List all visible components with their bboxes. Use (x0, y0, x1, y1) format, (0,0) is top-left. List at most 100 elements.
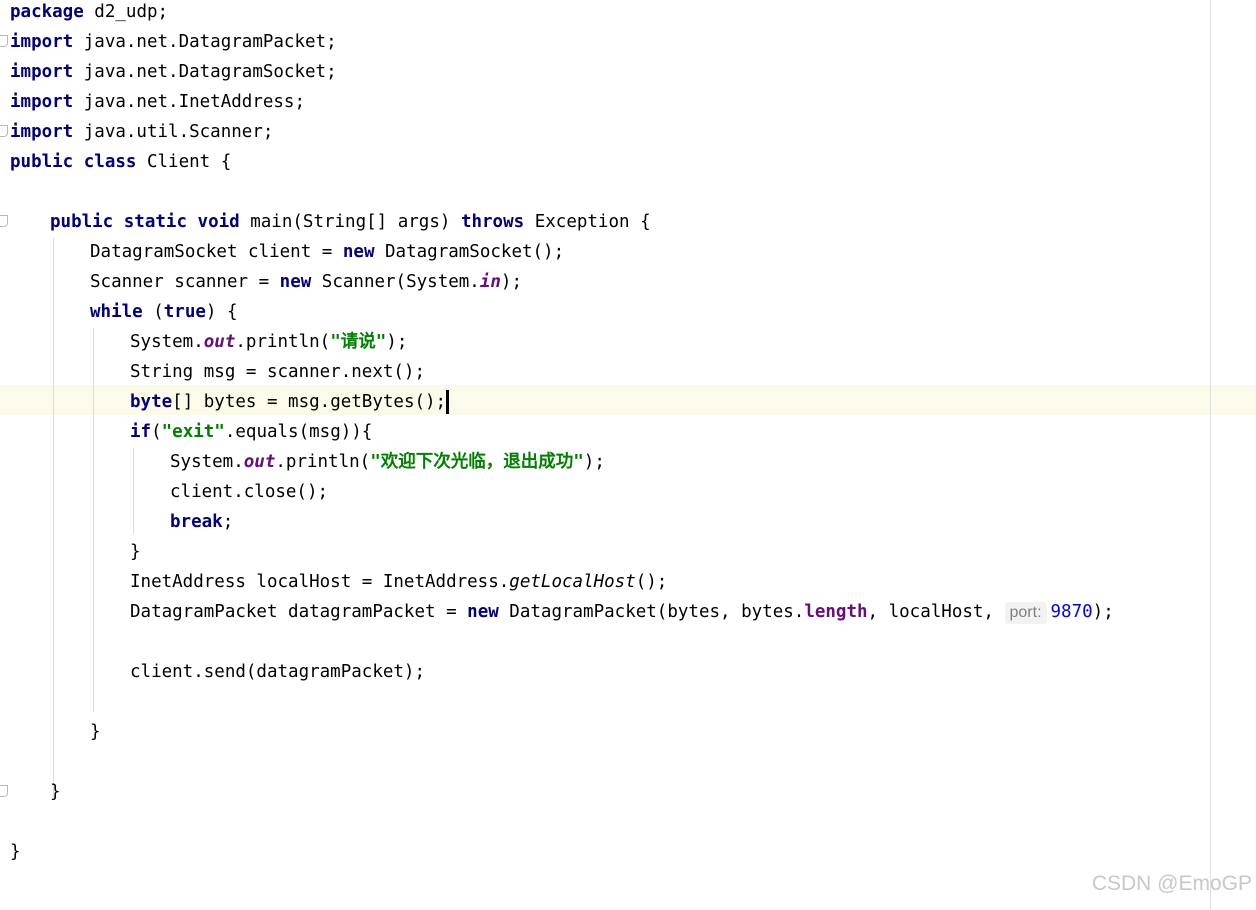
keyword: package (10, 2, 84, 22)
string-literal: "请说" (330, 332, 387, 352)
code-text: } (50, 782, 61, 802)
code-text: } (10, 842, 21, 862)
parameter-hint: port: (1004, 602, 1047, 624)
code-text: .equals(msg)){ (224, 422, 373, 442)
code-text: ( (142, 302, 164, 322)
code-text: Client { (136, 152, 232, 172)
code-line-scanner[interactable]: Scanner scanner = new Scanner(System.in)… (90, 267, 522, 297)
string-literal: "欢迎下次光临，退出成功" (370, 452, 584, 472)
code-text: ); (500, 272, 522, 292)
code-text: java.net.InetAddress; (73, 92, 306, 112)
keyword: new (342, 242, 375, 262)
code-text: client.send(datagramPacket); (130, 662, 426, 682)
fold-marker-icon[interactable] (0, 35, 8, 47)
code-text: (); (635, 572, 668, 592)
keyword: throws (460, 212, 525, 232)
code-text: System. (170, 452, 244, 472)
static-method-call: getLocalHost (509, 572, 636, 592)
code-text: client.close(); (170, 482, 329, 502)
code-line-close[interactable]: client.close(); (170, 477, 328, 507)
keyword: import (10, 32, 74, 52)
code-line-import[interactable]: import java.util.Scanner; (10, 117, 273, 147)
keyword: void (197, 212, 240, 232)
code-text: d2_udp; (83, 2, 169, 22)
code-text: Scanner scanner = (90, 272, 280, 292)
keyword: class (83, 152, 137, 172)
code-text: main(String[] args) (239, 212, 461, 232)
keyword: byte (130, 392, 173, 412)
code-line-while[interactable]: while (true) { (90, 297, 238, 327)
text-caret (446, 390, 450, 414)
code-line-println[interactable]: System.out.println("欢迎下次光临，退出成功"); (170, 447, 605, 477)
code-line-package[interactable]: package d2_udp; (10, 0, 168, 27)
indent-guide (133, 448, 134, 534)
watermark: CSDN @EmoGP (1091, 872, 1252, 895)
code-line-if[interactable]: if("exit".equals(msg)){ (130, 417, 372, 447)
code-text: ; (222, 512, 234, 532)
code-line-brace[interactable]: } (10, 837, 21, 867)
keyword: public (50, 212, 114, 232)
string-literal: "exit" (161, 422, 225, 442)
keyword: while (90, 302, 143, 322)
code-text: java.net.DatagramPacket; (73, 32, 337, 52)
fold-marker-icon[interactable] (0, 125, 8, 137)
code-text: .println( (275, 452, 371, 472)
code-text: ) { (205, 302, 238, 322)
code-text: Scanner(System. (311, 272, 480, 292)
code-line-brace[interactable]: } (50, 777, 61, 807)
code-text: [] bytes = msg.getBytes(); (172, 392, 447, 412)
instance-field: length (804, 602, 868, 622)
static-field: in (479, 272, 501, 292)
code-line-msg[interactable]: String msg = scanner.next(); (130, 357, 425, 387)
keyword: new (279, 272, 312, 292)
code-text: ); (583, 452, 605, 472)
keyword: import (10, 122, 74, 142)
static-field: out (203, 332, 236, 352)
code-line-socket[interactable]: DatagramSocket client = new DatagramSock… (90, 237, 564, 267)
fold-marker-icon[interactable] (0, 215, 8, 227)
code-text: Exception { (524, 212, 651, 232)
keyword: import (10, 62, 74, 82)
keyword: true (163, 302, 206, 322)
code-line-import[interactable]: import java.net.DatagramSocket; (10, 57, 337, 87)
right-margin-guide (1210, 0, 1211, 910)
code-line-send[interactable]: client.send(datagramPacket); (130, 657, 425, 687)
code-line-import[interactable]: import java.net.DatagramPacket; (10, 27, 337, 57)
code-text: String msg = scanner.next(); (130, 362, 426, 382)
code-text: DatagramPacket datagramPacket = (130, 602, 468, 622)
code-text: ( (151, 422, 162, 442)
code-text: java.util.Scanner; (73, 122, 274, 142)
code-text: DatagramSocket(); (374, 242, 565, 262)
code-line-bytes[interactable]: byte[] bytes = msg.getBytes(); (130, 387, 450, 417)
code-text: } (90, 722, 101, 742)
code-text: ); (386, 332, 408, 352)
code-line-import[interactable]: import java.net.InetAddress; (10, 87, 305, 117)
code-line-packet[interactable]: DatagramPacket datagramPacket = new Data… (130, 597, 1114, 627)
code-line-localhost[interactable]: InetAddress localHost = InetAddress.getL… (130, 567, 667, 597)
keyword: import (10, 92, 74, 112)
code-text: , localHost, (867, 602, 1005, 622)
code-text: .println( (235, 332, 331, 352)
keyword: new (467, 602, 499, 622)
keyword: static (123, 212, 187, 232)
keyword: break (170, 512, 223, 532)
code-text: } (130, 542, 141, 562)
number-literal: 9870 (1050, 602, 1093, 622)
code-text: ); (1092, 602, 1114, 622)
code-text: java.net.DatagramSocket; (73, 62, 337, 82)
code-text: InetAddress localHost = InetAddress. (130, 572, 510, 592)
fold-marker-icon[interactable] (0, 785, 8, 797)
code-line-brace[interactable]: } (90, 717, 101, 747)
code-line-class[interactable]: public class Client { (10, 147, 231, 177)
code-line-brace[interactable]: } (130, 537, 141, 567)
indent-guide (93, 328, 94, 712)
code-editor[interactable]: package d2_udp; import java.net.Datagram… (0, 0, 1256, 910)
code-line-main[interactable]: public static void main(String[] args) t… (50, 207, 651, 237)
static-field: out (243, 452, 276, 472)
code-line-println[interactable]: System.out.println("请说"); (130, 327, 407, 357)
keyword: if (130, 422, 152, 442)
code-text: System. (130, 332, 204, 352)
code-text: DatagramSocket client = (90, 242, 343, 262)
keyword: public (10, 152, 74, 172)
code-line-break[interactable]: break; (170, 507, 233, 537)
